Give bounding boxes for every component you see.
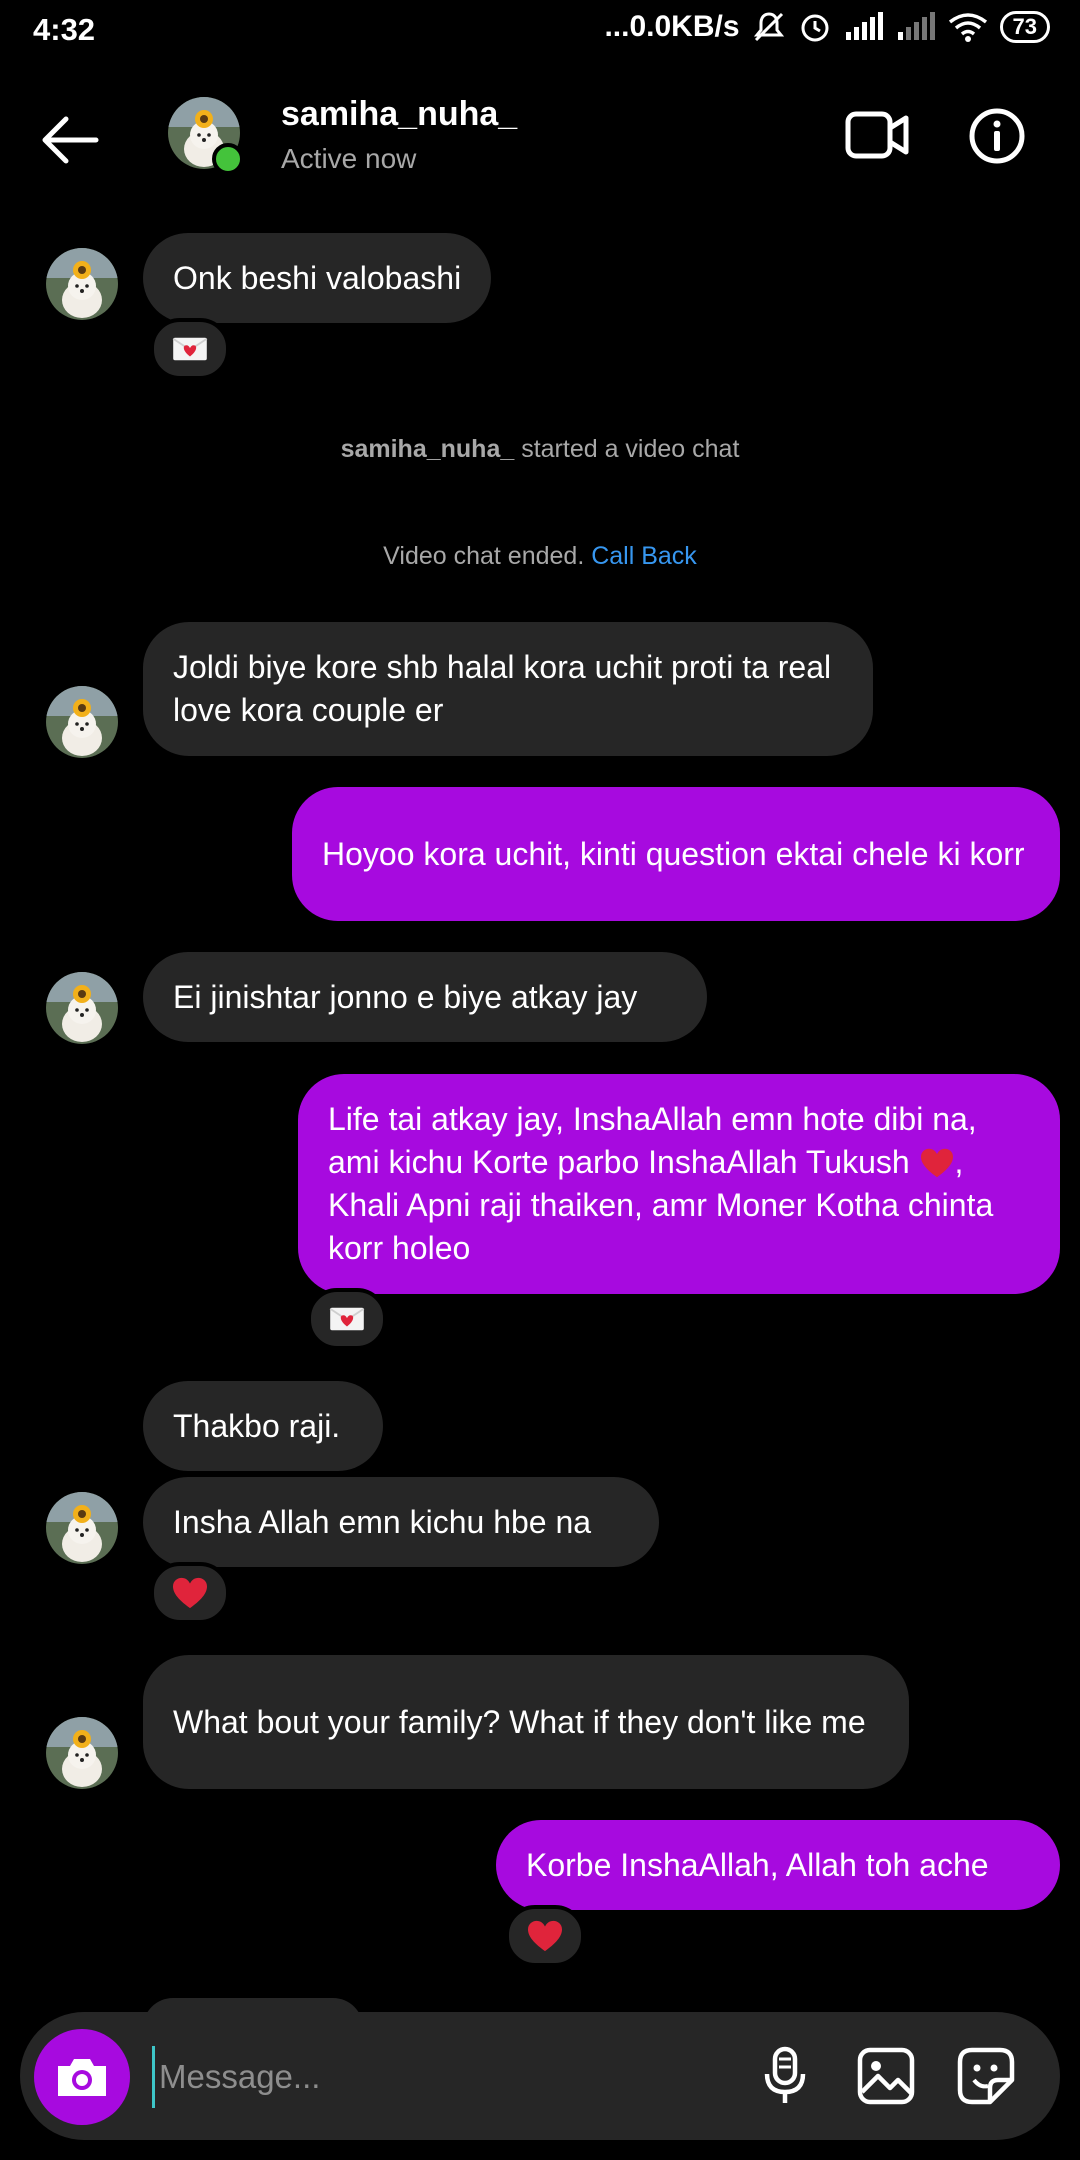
notice-username: samiha_nuha_ [340,435,515,463]
incoming-message[interactable]: Thakbo raji. [143,1381,383,1471]
notice-text: Video chat ended. [383,542,592,570]
message-text: Life tai atkay jay, InshaAllah emn hote … [328,1101,994,1266]
reaction[interactable] [150,1562,230,1624]
contact-name[interactable]: samiha_nuha_ [281,95,517,134]
incoming-message[interactable]: Insha Allah emn kichu hbe na [143,1477,659,1567]
reaction[interactable] [505,1905,585,1967]
love-letter-icon [171,335,209,363]
battery-indicator: 73 [999,11,1050,43]
microphone-icon[interactable] [755,2046,815,2106]
message-text: Thakbo raji. [173,1407,341,1444]
video-chat-ended-notice: Video chat ended. Call Back [0,542,1080,571]
reaction[interactable] [307,1288,387,1350]
message-text: Onk beshi valobashi [173,259,462,296]
video-chat-started-notice: samiha_nuha_ started a video chat [0,435,1080,464]
heart-icon [526,1919,564,1953]
gallery-icon[interactable] [856,2046,916,2106]
sender-avatar[interactable] [46,686,118,758]
camera-icon [58,2059,106,2096]
mute-icon [753,12,784,42]
sender-avatar[interactable] [46,248,118,320]
heart-icon [171,1576,209,1610]
online-indicator [212,143,244,175]
video-camera-icon[interactable] [845,109,909,161]
wifi-icon [948,13,987,42]
alarm-icon [801,14,829,42]
back-arrow-icon[interactable] [40,115,100,165]
camera-button[interactable] [34,2029,130,2125]
outgoing-message[interactable]: Korbe InshaAllah, Allah toh ache [496,1820,1060,1910]
network-speed: ...0.0KB/s [604,10,740,43]
status-time: 4:32 [33,12,96,47]
message-text: Joldi biye kore shb halal kora uchit pro… [173,649,832,728]
chat-header: samiha_nuha_ Active now [0,75,1080,205]
sender-avatar[interactable] [46,1717,118,1789]
incoming-message[interactable]: Onk beshi valobashi [143,233,492,323]
signal-weak-icon [897,12,935,40]
heart-icon [919,1147,955,1179]
incoming-message[interactable]: Joldi biye kore shb halal kora uchit pro… [143,622,873,756]
outgoing-message[interactable]: Hoyoo kora uchit, kinti question ektai c… [292,787,1060,921]
message-text: Korbe InshaAllah, Allah toh ache [526,1846,989,1883]
signal-icon [845,12,883,40]
message-text: Ei jinishtar jonno e biye atkay jay [173,978,638,1015]
status-bar: 4:32 ...0.0KB/s 73 [0,0,1080,62]
sender-avatar[interactable] [46,1492,118,1564]
message-text: What bout your family? What if they don'… [173,1703,866,1740]
love-letter-icon [328,1305,366,1333]
call-back-link[interactable]: Call Back [591,542,697,570]
message-composer [20,2012,1060,2140]
outgoing-message[interactable]: Life tai atkay jay, InshaAllah emn hote … [298,1074,1060,1294]
contact-status: Active now [281,143,417,174]
message-text: Insha Allah emn kichu hbe na [173,1503,592,1540]
sender-avatar[interactable] [46,972,118,1044]
notice-text: started a video chat [514,435,740,463]
info-icon[interactable] [968,107,1026,165]
message-text: Hoyoo kora uchit, kinti question ektai c… [322,835,1025,872]
message-input[interactable] [152,2046,741,2108]
reaction[interactable] [150,318,230,380]
status-icons: ...0.0KB/s 73 [604,10,1050,44]
sticker-icon[interactable] [956,2046,1016,2106]
incoming-message[interactable]: Ei jinishtar jonno e biye atkay jay [143,952,707,1042]
incoming-message[interactable]: What bout your family? What if they don'… [143,1655,909,1789]
